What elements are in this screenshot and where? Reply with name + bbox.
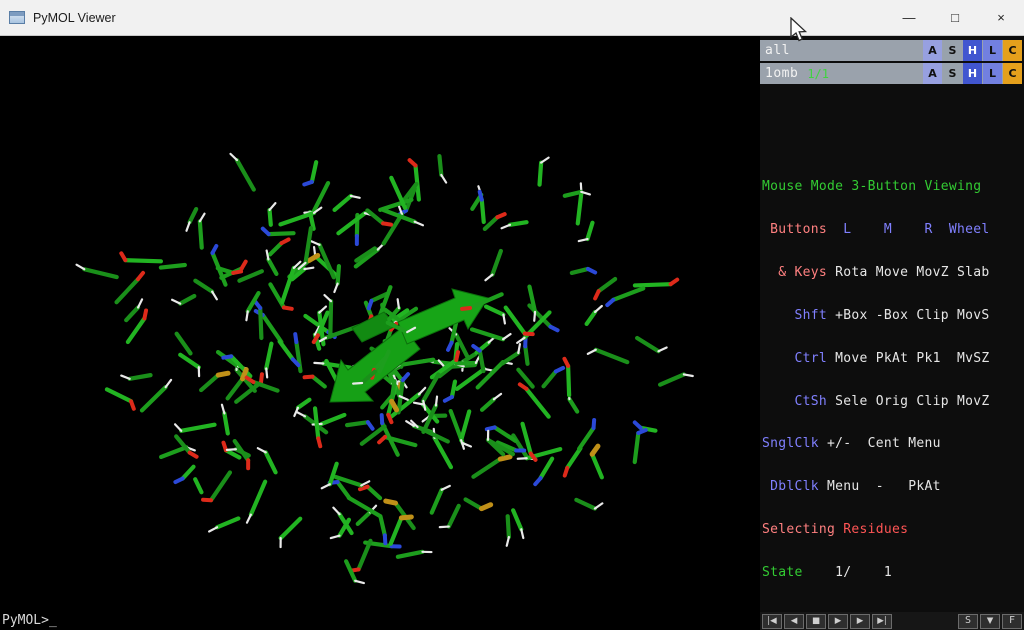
fullscreen-toggle-button[interactable]: F xyxy=(1002,613,1022,629)
selecting-mode-value: Residues xyxy=(843,522,909,538)
color-menu-button[interactable]: C xyxy=(1003,63,1022,84)
state-value: 1/ 1 xyxy=(810,565,893,581)
ctsh-actions: Sele Orig Clip MovZ xyxy=(827,393,990,409)
ctrl-label: Ctrl xyxy=(762,350,828,366)
hide-menu-button[interactable]: H xyxy=(963,40,982,61)
action-menu-button[interactable]: A xyxy=(923,63,942,84)
shift-line: Shft +Box -Box Clip MovS xyxy=(762,307,1024,323)
ctsh-line: CtSh Sele Orig Clip MovZ xyxy=(762,393,1024,409)
keys-line: & Keys Rota Move MovZ Slab xyxy=(762,264,1024,280)
object-panel: all A S H L C 1omb 1/1 A S H L C Mouse M… xyxy=(760,36,1024,612)
mouse-mode-label: Mouse Mode xyxy=(762,179,844,195)
label-menu-button[interactable]: L xyxy=(983,63,1002,84)
doubleclick-actions: Menu - PkAt xyxy=(818,479,941,495)
buttons-columns: L M R Wheel xyxy=(827,221,990,237)
doubleclick-label: DblClk xyxy=(762,479,819,495)
scene-toggle-button[interactable]: S xyxy=(958,613,978,629)
show-menu-button[interactable]: S xyxy=(943,40,962,61)
window-title: PyMOL Viewer xyxy=(33,10,116,25)
object-action-buttons: A S H L C xyxy=(922,40,1022,61)
keys-actions: Rota Move MovZ Slab xyxy=(827,264,990,280)
object-list: all A S H L C 1omb 1/1 A S H L C xyxy=(760,36,1024,84)
singleclick-label: SnglClk xyxy=(762,436,819,452)
play-button[interactable]: ▶ xyxy=(828,613,848,629)
molecule-render xyxy=(75,152,694,585)
maximize-button[interactable]: □ xyxy=(932,0,978,35)
hide-menu-button[interactable]: H xyxy=(963,63,982,84)
action-menu-button[interactable]: A xyxy=(923,40,942,61)
label-menu-button[interactable]: L xyxy=(983,40,1002,61)
object-row-1omb[interactable]: 1omb 1/1 A S H L C xyxy=(760,63,1022,84)
pymol-window: { "window": { "title": "PyMOL Viewer", "… xyxy=(0,0,1024,630)
singleclick-actions: +/- Cent Menu xyxy=(818,436,941,452)
doubleclick-line: DblClk Menu - PkAt xyxy=(762,480,1024,494)
close-button[interactable]: × xyxy=(978,0,1024,35)
mouse-mode-line[interactable]: Mouse Mode 3-Button Viewing xyxy=(762,179,1024,195)
object-state: 1/1 xyxy=(807,66,829,81)
buttons-header-line: Buttons L M R Wheel xyxy=(762,221,1024,237)
ctsh-label: CtSh xyxy=(762,393,828,409)
3d-viewport[interactable] xyxy=(0,36,760,612)
state-line: State 1/ 1 xyxy=(762,565,1024,581)
state-label: State xyxy=(762,565,811,581)
command-cursor: _ xyxy=(48,613,57,628)
title-bar[interactable]: PyMOL Viewer — □ × xyxy=(0,0,1024,36)
stop-button[interactable]: ■ xyxy=(806,613,826,629)
mouse-mode-panel: Mouse Mode 3-Button Viewing Buttons L M … xyxy=(762,152,1024,610)
object-row-all[interactable]: all A S H L C xyxy=(760,40,1022,61)
window-controls: — □ × xyxy=(886,0,1024,35)
object-name[interactable]: all xyxy=(760,43,790,58)
object-action-buttons: A S H L C xyxy=(922,63,1022,84)
keys-label: & Keys xyxy=(762,264,828,280)
color-menu-button[interactable]: C xyxy=(1003,40,1022,61)
go-to-start-button[interactable]: |◀ xyxy=(762,613,782,629)
show-menu-button[interactable]: S xyxy=(943,63,962,84)
ctrl-actions: Move PkAt Pk1 MvSZ xyxy=(827,350,990,366)
minimize-button[interactable]: — xyxy=(886,0,932,35)
go-to-end-button[interactable]: ▶| xyxy=(872,613,892,629)
selecting-label: Selecting xyxy=(762,522,844,538)
singleclick-line: SnglClk +/- Cent Menu xyxy=(762,437,1024,451)
selecting-line[interactable]: Selecting Residues xyxy=(762,523,1024,537)
mouse-mode-value: 3-Button Viewing xyxy=(843,179,982,195)
buttons-label: Buttons xyxy=(762,221,828,237)
command-line[interactable]: PyMOL>_ xyxy=(0,612,760,630)
command-prompt: PyMOL> xyxy=(2,613,49,628)
shift-label: Shft xyxy=(762,307,828,323)
object-name[interactable]: 1omb xyxy=(760,66,798,81)
dropdown-button[interactable]: ▼ xyxy=(980,613,1000,629)
step-forward-button[interactable]: ▶ xyxy=(850,613,870,629)
shift-actions: +Box -Box Clip MovS xyxy=(827,307,990,323)
movie-control-bar: |◀ ◀ ■ ▶ ▶ ▶| S ▼ F xyxy=(760,612,1024,630)
app-icon xyxy=(9,11,25,24)
step-back-button[interactable]: ◀ xyxy=(784,613,804,629)
ctrl-line: Ctrl Move PkAt Pk1 MvSZ xyxy=(762,350,1024,366)
